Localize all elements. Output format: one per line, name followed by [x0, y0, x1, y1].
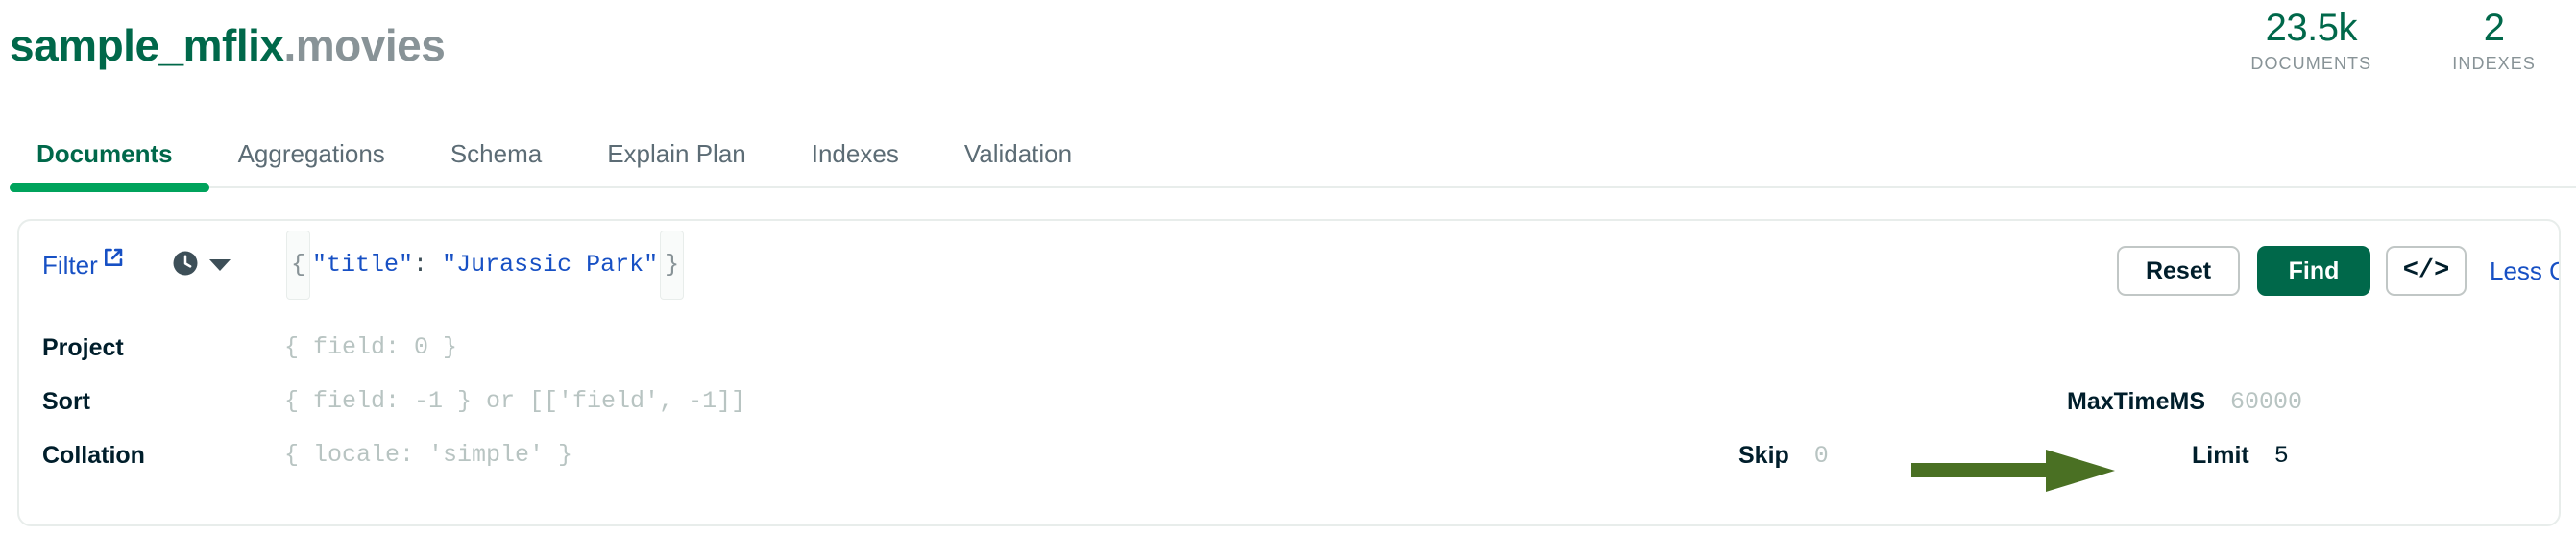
query-history-button[interactable] [171, 232, 231, 298]
collection-name: movies [295, 20, 446, 70]
collection-header: sample_mflix.movies 23.5k DOCUMENTS 2 IN… [0, 0, 2576, 123]
tabbar-divider [209, 186, 2576, 188]
limit-input[interactable]: 5 [2274, 442, 2289, 470]
find-button[interactable]: Find [2257, 246, 2370, 296]
tab-documents[interactable]: Documents [10, 123, 206, 184]
clock-history-icon [171, 249, 200, 282]
stat-documents: 23.5k DOCUMENTS [2210, 6, 2412, 75]
documents-count: 23.5k [2265, 7, 2358, 49]
query-bar-card: Filter {"title": "Jurassic Park"} Res… [17, 219, 2561, 526]
database-name: sample_mflix [10, 20, 284, 70]
less-options-toggle[interactable]: Less Options [2490, 246, 2559, 296]
filter-docs-link[interactable]: Filter [42, 232, 124, 298]
active-tab-indicator [10, 183, 209, 192]
collection-tabbar: Documents Aggregations Schema Explain Pl… [0, 123, 2576, 192]
filter-label: Filter [42, 251, 98, 280]
limit-field[interactable]: Limit 5 [2192, 423, 2289, 488]
tab-explain-plan[interactable]: Explain Plan [574, 123, 779, 184]
tab-schema[interactable]: Schema [418, 123, 574, 184]
filter-input[interactable]: {"title": "Jurassic Park"} [284, 231, 686, 300]
reset-button[interactable]: Reset [2117, 246, 2240, 296]
documents-label: DOCUMENTS [2250, 54, 2372, 73]
stat-indexes: 2 INDEXES [2412, 6, 2576, 75]
filter-colon: : [413, 251, 428, 279]
skip-input[interactable]: 0 [1814, 442, 1829, 470]
filter-open-brace: { [286, 231, 311, 300]
tab-validation[interactable]: Validation [932, 123, 1105, 184]
collation-input[interactable]: { locale: 'simple' } [284, 423, 572, 488]
skip-field[interactable]: Skip 0 [1738, 423, 1829, 488]
export-to-language-button[interactable]: </> [2386, 246, 2467, 296]
filter-key: "title" [312, 251, 414, 279]
external-link-icon [103, 227, 124, 292]
collection-stats: 23.5k DOCUMENTS 2 INDEXES [2210, 6, 2576, 75]
indexes-count: 2 [2483, 7, 2505, 49]
collation-row: Collation { locale: 'simple' } Skip 0 Li… [19, 423, 2559, 488]
indexes-label: INDEXES [2452, 54, 2536, 73]
tab-aggregations[interactable]: Aggregations [206, 123, 418, 184]
compass-collection-view: sample_mflix.movies 23.5k DOCUMENTS 2 IN… [0, 0, 2576, 536]
maxtimems-input[interactable]: 60000 [2230, 388, 2302, 416]
right-arrow-annotation [1911, 448, 2118, 499]
namespace-separator: . [283, 20, 296, 70]
filter-value: "Jurassic Park" [442, 251, 659, 279]
tab-indexes[interactable]: Indexes [779, 123, 932, 184]
limit-label: Limit [2192, 441, 2249, 469]
collation-label: Collation [42, 442, 145, 469]
maxtimems-label: MaxTimeMS [2067, 387, 2206, 415]
less-options-label: Less Options [2490, 256, 2559, 285]
chevron-down-icon [209, 259, 231, 271]
skip-label: Skip [1738, 441, 1789, 469]
filter-row: Filter {"title": "Jurassic Park"} Res… [19, 231, 2559, 300]
page-title: sample_mflix.movies [10, 19, 446, 71]
filter-close-brace: } [660, 231, 685, 300]
